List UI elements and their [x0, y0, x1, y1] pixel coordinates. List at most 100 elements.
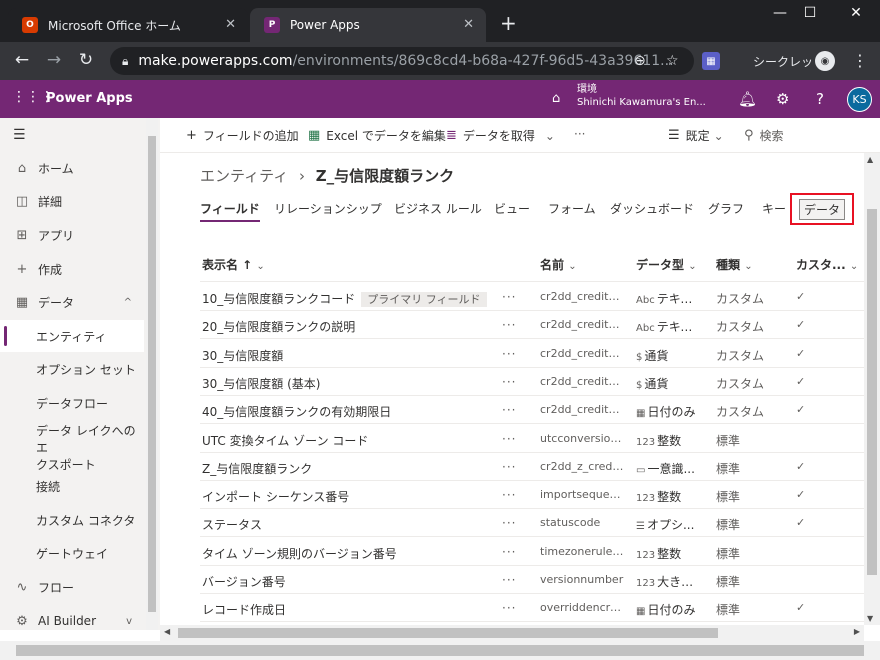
- sidebar-item-data[interactable]: ▦ データ ^: [0, 286, 144, 318]
- close-window-icon[interactable]: ✕: [836, 5, 876, 21]
- sidebar-item-dataflows[interactable]: データフロー: [0, 387, 144, 419]
- vertical-scrollbar[interactable]: ▲ ▼: [864, 153, 880, 625]
- sidebar-item-connections[interactable]: 接続: [0, 470, 144, 502]
- sidebar-item-home[interactable]: ⌂ ホーム: [0, 152, 144, 184]
- browser-tab-office[interactable]: O Microsoft Office ホーム ✕: [8, 8, 248, 42]
- close-tab-icon[interactable]: ✕: [463, 17, 474, 32]
- row-more-icon[interactable]: ···: [502, 488, 516, 502]
- row-more-icon[interactable]: ···: [502, 375, 516, 389]
- scrollbar-thumb[interactable]: [16, 645, 864, 656]
- table-row[interactable]: レコード作成日 ··· overriddencre... ▦ 日付のみ 標準 ✓: [200, 594, 864, 623]
- row-more-icon[interactable]: ···: [502, 460, 516, 474]
- breadcrumb-root[interactable]: エンティティ: [200, 167, 288, 185]
- sidebar-item-export-data-lake[interactable]: データ レイクへのエ クスポート: [0, 424, 144, 472]
- view-settings-button[interactable]: ☰ 既定 ⌄: [668, 127, 724, 144]
- field-display-name[interactable]: ステータス: [202, 516, 262, 533]
- row-more-icon[interactable]: ···: [502, 601, 516, 615]
- hamburger-icon[interactable]: ☰: [13, 127, 26, 143]
- field-display-name[interactable]: 10_与信限度額ランクコード プライマリ フィールド: [202, 290, 487, 307]
- column-header-data-type[interactable]: データ型 ⌄: [636, 256, 697, 273]
- table-row[interactable]: バージョン番号 ··· versionnumber 123 大きい... 標準: [200, 566, 864, 594]
- reload-icon[interactable]: ↻: [74, 50, 98, 70]
- sidebar-item-flows[interactable]: ∿ フロー: [0, 571, 144, 603]
- tab-keys[interactable]: キー: [762, 200, 786, 217]
- back-icon[interactable]: ←: [10, 50, 34, 70]
- incognito-icon[interactable]: ◉: [815, 51, 835, 71]
- tab-business-rules[interactable]: ビジネス ルール: [394, 200, 482, 217]
- row-more-icon[interactable]: ···: [502, 432, 516, 446]
- field-display-name[interactable]: レコード作成日: [202, 601, 286, 618]
- table-row[interactable]: 20_与信限度額ランクの説明 ··· cr2dd_credit_li... Abc テキ…: [200, 311, 864, 340]
- browser-menu-icon[interactable]: ⋮: [852, 51, 868, 70]
- row-more-icon[interactable]: ···: [502, 290, 516, 304]
- sidebar-item-create[interactable]: + 作成: [0, 253, 144, 285]
- tab-data[interactable]: データ: [799, 199, 845, 220]
- row-more-icon[interactable]: ···: [502, 403, 516, 417]
- row-more-icon[interactable]: ···: [502, 347, 516, 361]
- avatar[interactable]: KS: [847, 87, 872, 112]
- field-display-name[interactable]: UTC 変換タイム ゾーン コード: [202, 432, 368, 449]
- table-row[interactable]: 10_与信限度額ランクコード プライマリ フィールド ··· cr2dd_credit…: [200, 283, 864, 311]
- tab-dashboards[interactable]: ダッシュボード: [610, 200, 694, 217]
- sidebar-scrollbar[interactable]: [146, 118, 158, 630]
- sidebar-item-ai-builder[interactable]: ⚙ AI Builder v: [0, 605, 144, 637]
- maximize-icon[interactable]: ☐: [790, 5, 830, 21]
- notifications-icon[interactable]: 🔔︎: [738, 90, 757, 108]
- scroll-down-icon[interactable]: ▼: [867, 614, 873, 623]
- table-row[interactable]: Z_与信限度額ランク ··· cr2dd_z_credit... ▭ 一意識... 標準 ✓: [200, 453, 864, 481]
- table-row[interactable]: ステータス ··· statuscode ☰ オプシ... 標準 ✓: [200, 509, 864, 538]
- scrollbar-thumb[interactable]: [867, 209, 877, 575]
- column-header-custom[interactable]: カスタ... ⌄: [796, 256, 858, 273]
- add-field-button[interactable]: + フィールドの追加: [186, 127, 299, 144]
- column-header-name[interactable]: 名前 ⌄: [540, 256, 577, 273]
- table-row[interactable]: 30_与信限度額 ··· cr2dd_credit_li... $ 通貨 カスタム ✓: [200, 340, 864, 368]
- table-row[interactable]: 40_与信限度額ランクの有効期限日 ··· cr2dd_credit_li... ▦ 日…: [200, 396, 864, 425]
- bookmark-star-icon[interactable]: ☆: [666, 47, 679, 75]
- search-lens-icon[interactable]: ⊖: [634, 47, 646, 75]
- column-header-display-name[interactable]: 表示名 ↑ ⌄: [202, 256, 265, 273]
- tab-charts[interactable]: グラフ: [708, 200, 744, 217]
- scroll-left-icon[interactable]: ◀: [164, 627, 170, 636]
- scrollbar-thumb[interactable]: [148, 136, 156, 612]
- table-row[interactable]: 30_与信限度額 (基本) ··· cr2dd_credit_li... $ 通貨 カスタ…: [200, 368, 864, 396]
- table-row[interactable]: UTC 変換タイム ゾーン コード ··· utcconversion... 123 整…: [200, 425, 864, 453]
- field-display-name[interactable]: Z_与信限度額ランク: [202, 460, 312, 477]
- table-row[interactable]: タイム ゾーン規則のバージョン番号 ··· timezonerulev... 123 整…: [200, 538, 864, 566]
- field-display-name[interactable]: インポート シーケンス番号: [202, 488, 349, 505]
- field-display-name[interactable]: 30_与信限度額: [202, 347, 283, 364]
- sidebar-item-gateways[interactable]: ゲートウェイ: [0, 537, 144, 569]
- sidebar-item-option-sets[interactable]: オプション セット: [0, 353, 144, 385]
- row-more-icon[interactable]: ···: [502, 516, 516, 530]
- page-scrollbar[interactable]: [0, 641, 880, 660]
- field-display-name[interactable]: 40_与信限度額ランクの有効期限日: [202, 403, 391, 420]
- chevron-down-icon[interactable]: ⌄: [545, 129, 555, 143]
- tab-relationships[interactable]: リレーションシップ: [274, 200, 382, 217]
- excel-edit-button[interactable]: ▦ Excel でデータを編集: [308, 127, 446, 144]
- scroll-up-icon[interactable]: ▲: [867, 155, 873, 164]
- forward-icon[interactable]: →: [42, 50, 66, 70]
- new-tab-icon[interactable]: +: [500, 13, 517, 33]
- field-display-name[interactable]: 20_与信限度額ランクの説明: [202, 318, 355, 335]
- environment-picker[interactable]: 環境 Shinichi Kawamura's En...: [577, 83, 706, 109]
- horizontal-scrollbar[interactable]: ◀ ▶: [160, 625, 864, 641]
- browser-tab-powerapps[interactable]: P Power Apps ✕: [250, 8, 486, 42]
- more-commands-icon[interactable]: ···: [574, 127, 585, 141]
- scrollbar-thumb[interactable]: [178, 628, 718, 638]
- sidebar-item-custom-connectors[interactable]: カスタム コネクタ: [0, 504, 144, 536]
- field-display-name[interactable]: タイム ゾーン規則のバージョン番号: [202, 545, 397, 562]
- field-display-name[interactable]: 30_与信限度額 (基本): [202, 375, 320, 392]
- search-box[interactable]: ⚲ 検索: [744, 127, 784, 144]
- sidebar-item-entities[interactable]: エンティティ: [0, 320, 144, 352]
- row-more-icon[interactable]: ···: [502, 573, 516, 587]
- get-data-button[interactable]: ≣ データを取得 ⌄: [446, 127, 555, 144]
- help-icon[interactable]: ?: [816, 90, 824, 108]
- table-row[interactable]: インポート シーケンス番号 ··· importsequen... 123 整数 標準 ✓: [200, 481, 864, 510]
- settings-gear-icon[interactable]: ⚙: [776, 90, 789, 108]
- extension-icon[interactable]: ▦: [702, 52, 720, 70]
- url-input[interactable]: 🔒︎ make.powerapps.com /environments/869c…: [110, 47, 694, 75]
- tab-views[interactable]: ビュー: [494, 200, 530, 217]
- sidebar-item-apps[interactable]: ⊞ アプリ: [0, 219, 144, 251]
- app-name[interactable]: Power Apps: [46, 91, 133, 106]
- field-display-name[interactable]: バージョン番号: [202, 573, 286, 590]
- close-tab-icon[interactable]: ✕: [225, 17, 236, 32]
